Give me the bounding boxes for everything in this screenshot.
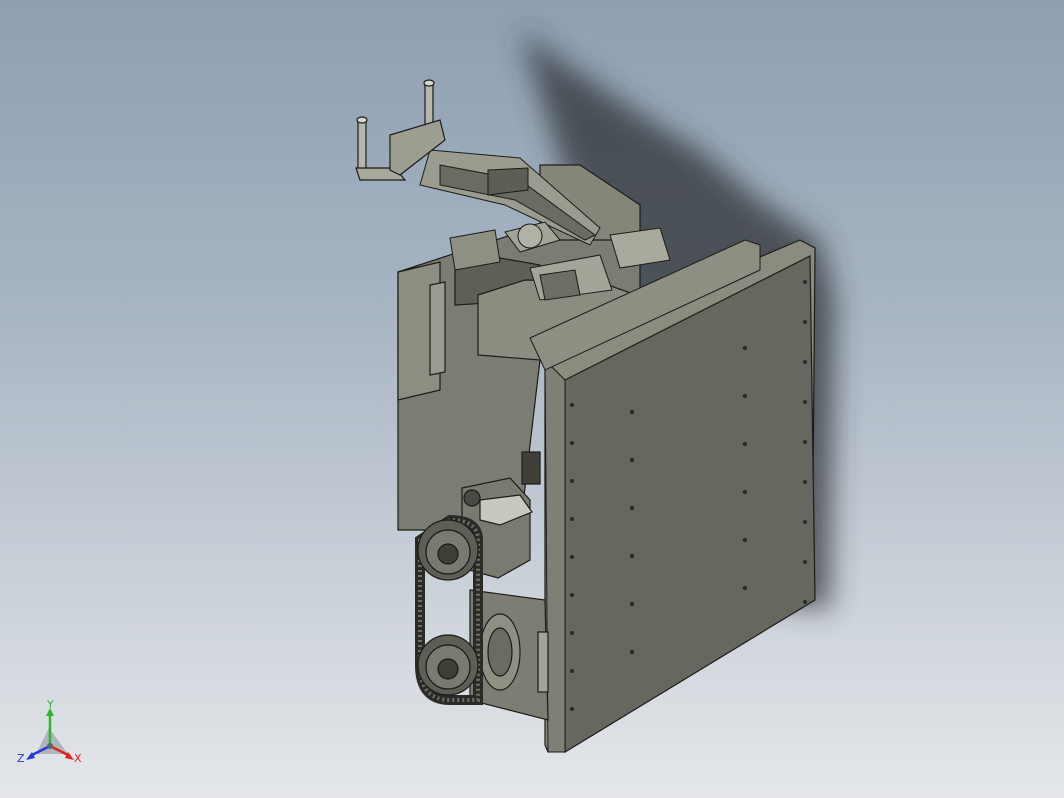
plate-hole	[570, 517, 574, 521]
y-axis-label: Y	[46, 700, 54, 711]
plate-hole	[629, 601, 635, 607]
cad-model[interactable]	[0, 0, 1064, 798]
cad-viewport[interactable]: Y X Z	[0, 0, 1064, 798]
timing-belt-drive[interactable]	[415, 514, 483, 705]
plate-hole	[742, 345, 748, 351]
plate-hole	[803, 520, 807, 524]
plate-hole	[570, 479, 574, 483]
upper-pulley[interactable]	[417, 519, 479, 581]
z-axis-label: Z	[17, 752, 25, 765]
plate-hole	[803, 600, 807, 604]
plate-hole	[570, 593, 574, 597]
plate-hole	[570, 669, 574, 673]
plate-hole	[803, 440, 807, 444]
plate-hole	[570, 555, 574, 559]
plate-hole	[803, 560, 807, 564]
triad-origin	[47, 743, 53, 749]
x-axis-label: X	[74, 752, 82, 765]
plate-hole	[803, 360, 807, 364]
orientation-triad[interactable]: Y X Z	[14, 700, 94, 780]
plate-hole	[803, 320, 807, 324]
plate-hole	[570, 631, 574, 635]
plate-hole	[629, 409, 635, 415]
plate-hole	[629, 457, 635, 463]
plate-hole	[742, 537, 748, 543]
plate-hole	[629, 505, 635, 511]
plate-hole	[742, 489, 748, 495]
plate-hole	[803, 480, 807, 484]
plate-hole	[629, 649, 635, 655]
plate-hole	[803, 400, 807, 404]
plate-hole	[570, 403, 574, 407]
plate-hole	[570, 707, 574, 711]
plate-hole	[742, 393, 748, 399]
lower-pulley[interactable]	[417, 634, 479, 696]
plate-hole	[803, 280, 807, 284]
plate-hole	[629, 553, 635, 559]
plate-hole	[742, 441, 748, 447]
plate-hole	[742, 585, 748, 591]
plate-hole	[570, 441, 574, 445]
